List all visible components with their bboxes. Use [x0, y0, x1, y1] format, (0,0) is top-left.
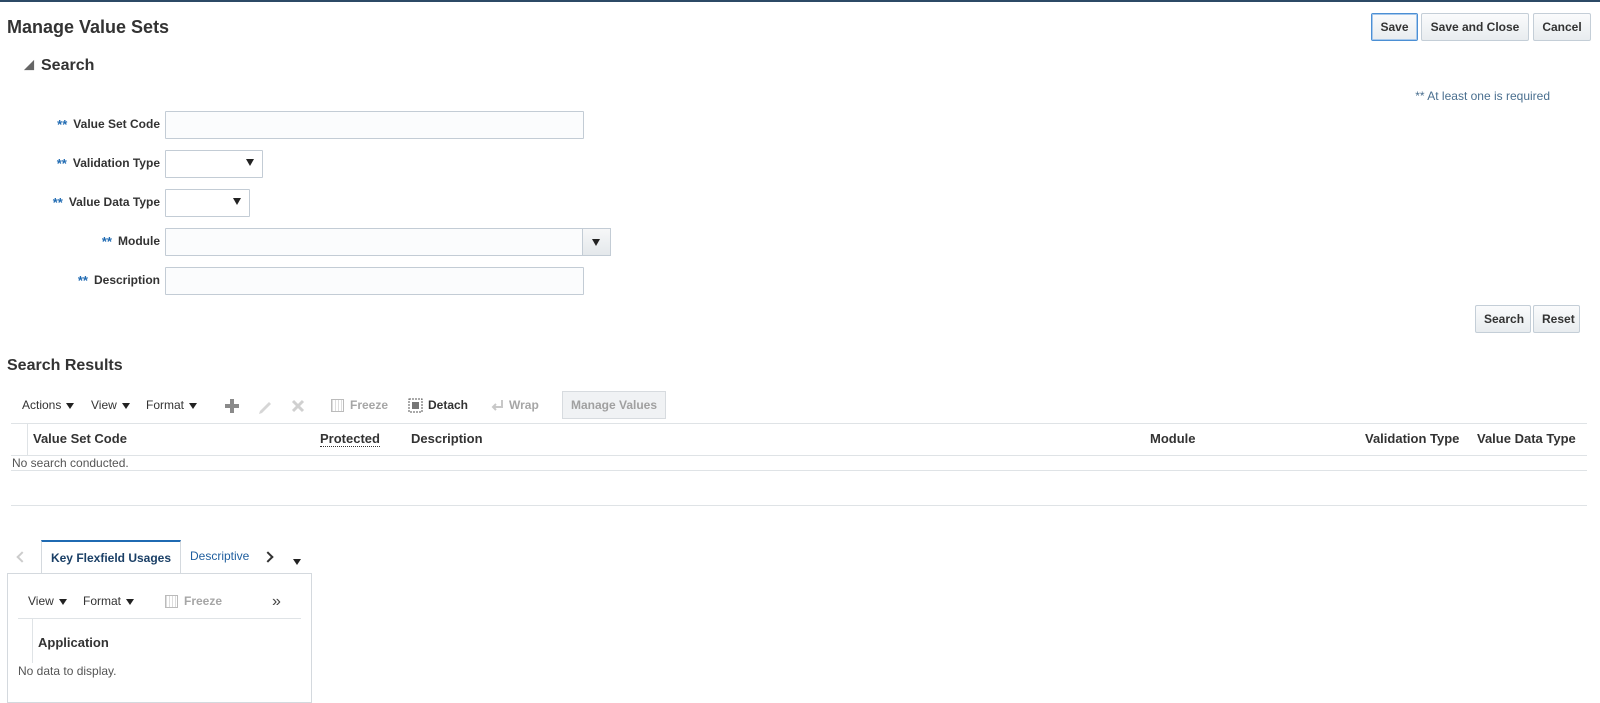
search-section-title[interactable]: Search	[41, 57, 94, 75]
usages-view-menu-label: View	[28, 594, 54, 608]
description-label-text: Description	[93, 273, 160, 287]
column-header-value-data-type[interactable]: Value Data Type	[1477, 431, 1576, 446]
table-header-border	[11, 455, 1587, 456]
description-label: ** Description	[0, 273, 160, 288]
required-note: ** At least one is required	[1415, 89, 1550, 103]
results-empty-text: No search conducted.	[12, 456, 129, 470]
actions-menu[interactable]: Actions	[22, 398, 75, 412]
chevron-down-icon	[121, 402, 130, 409]
usages-freeze-button[interactable]: Freeze	[165, 594, 223, 609]
column-header-protected[interactable]: Protected	[320, 431, 380, 447]
chevron-down-icon	[189, 402, 198, 409]
usages-format-menu[interactable]: Format	[83, 594, 135, 608]
chevron-left-icon[interactable]	[16, 551, 28, 563]
usages-toolbar-divider	[18, 618, 301, 619]
required-mark: **	[101, 234, 112, 249]
required-mark: **	[52, 195, 63, 210]
validation-type-select[interactable]	[165, 150, 263, 178]
usages-empty-text: No data to display.	[18, 664, 117, 678]
freeze-icon	[331, 399, 344, 413]
usages-view-menu[interactable]: View	[28, 594, 67, 608]
column-header-module[interactable]: Module	[1150, 431, 1196, 446]
actions-menu-label: Actions	[22, 398, 62, 412]
cancel-button[interactable]: Cancel	[1533, 13, 1591, 41]
search-button[interactable]: Search	[1475, 305, 1531, 333]
chevron-down-icon	[592, 239, 600, 246]
tab-descriptive-label: Descriptive	[190, 549, 250, 563]
save-button[interactable]: Save	[1371, 13, 1418, 41]
required-mark: **	[56, 156, 67, 171]
chevron-down-icon	[126, 598, 135, 605]
table-top-border	[11, 423, 1587, 424]
column-separator	[27, 424, 28, 456]
usages-format-menu-label: Format	[83, 594, 122, 608]
required-mark: **	[57, 117, 68, 132]
detach-button-label: Detach	[428, 398, 469, 412]
module-dropdown-button[interactable]	[582, 228, 611, 256]
module-label: ** Module	[0, 234, 160, 249]
save-and-close-button[interactable]: Save and Close	[1421, 13, 1529, 41]
section-divider	[11, 505, 1587, 506]
required-mark: **	[77, 273, 88, 288]
column-separator	[32, 619, 33, 663]
value-set-code-input[interactable]	[165, 111, 584, 139]
collapse-triangle-icon[interactable]	[23, 59, 35, 71]
chevron-down-icon	[66, 402, 75, 409]
value-data-type-label: ** Value Data Type	[0, 195, 160, 210]
chevron-down-icon	[246, 159, 254, 166]
chevron-down-icon	[233, 198, 241, 205]
top-accent-bar	[0, 0, 1600, 2]
wrap-button-label: Wrap	[509, 398, 539, 412]
manage-values-button[interactable]: Manage Values	[562, 391, 666, 419]
description-input[interactable]	[165, 267, 584, 295]
validation-type-label: ** Validation Type	[0, 156, 160, 171]
view-menu[interactable]: View	[91, 398, 130, 412]
page-title: Manage Value Sets	[7, 17, 170, 37]
format-menu[interactable]: Format	[146, 398, 198, 412]
plus-icon[interactable]	[224, 398, 240, 414]
cancel-button-label: Cancel	[1542, 20, 1582, 34]
reset-button-label: Reset	[1542, 312, 1575, 326]
chevron-right-icon[interactable]	[262, 551, 274, 563]
reset-button[interactable]: Reset	[1533, 305, 1580, 333]
module-input[interactable]	[165, 228, 584, 256]
tabs-overflow-menu[interactable]	[293, 554, 301, 568]
detach-icon	[408, 398, 423, 413]
save-button-label: Save	[1380, 20, 1409, 34]
search-results-title: Search Results	[7, 357, 123, 374]
tab-key-flexfield-usages[interactable]: Key Flexfield Usages	[41, 540, 181, 574]
x-icon[interactable]	[290, 398, 306, 414]
value-data-type-label-text: Value Data Type	[68, 195, 160, 209]
freeze-icon	[165, 595, 178, 609]
usages-freeze-button-label: Freeze	[184, 594, 223, 608]
search-button-label: Search	[1484, 312, 1525, 326]
module-label-text: Module	[118, 234, 160, 248]
table-bottom-border	[11, 470, 1587, 471]
freeze-button-label: Freeze	[350, 398, 389, 412]
manage-values-button-label: Manage Values	[570, 398, 658, 412]
column-header-protected-label: Protected	[320, 431, 380, 447]
format-menu-label: Format	[146, 398, 185, 412]
freeze-button[interactable]: Freeze	[331, 398, 389, 413]
view-menu-label: View	[91, 398, 117, 412]
tab-descriptive[interactable]: Descriptive	[190, 549, 249, 563]
chevron-down-icon	[293, 558, 301, 565]
value-set-code-label-text: Value Set Code	[73, 117, 160, 131]
chevron-down-icon	[58, 598, 67, 605]
tab-key-flexfield-usages-label: Key Flexfield Usages	[50, 551, 172, 565]
column-header-validation-type[interactable]: Validation Type	[1365, 431, 1459, 446]
column-header-application[interactable]: Application	[38, 635, 109, 650]
validation-type-label-text: Validation Type	[72, 156, 160, 170]
value-data-type-select[interactable]	[165, 189, 250, 217]
value-set-code-label: ** Value Set Code	[0, 117, 160, 132]
column-header-description[interactable]: Description	[411, 431, 483, 446]
save-and-close-button-label: Save and Close	[1430, 20, 1520, 34]
column-header-value-set-code[interactable]: Value Set Code	[33, 431, 127, 446]
double-chevron-right-icon[interactable]: »	[272, 593, 281, 611]
wrap-button[interactable]: Wrap	[490, 398, 539, 412]
wrap-icon	[491, 400, 503, 412]
detach-button[interactable]: Detach	[408, 398, 468, 413]
pencil-icon[interactable]	[257, 398, 273, 414]
